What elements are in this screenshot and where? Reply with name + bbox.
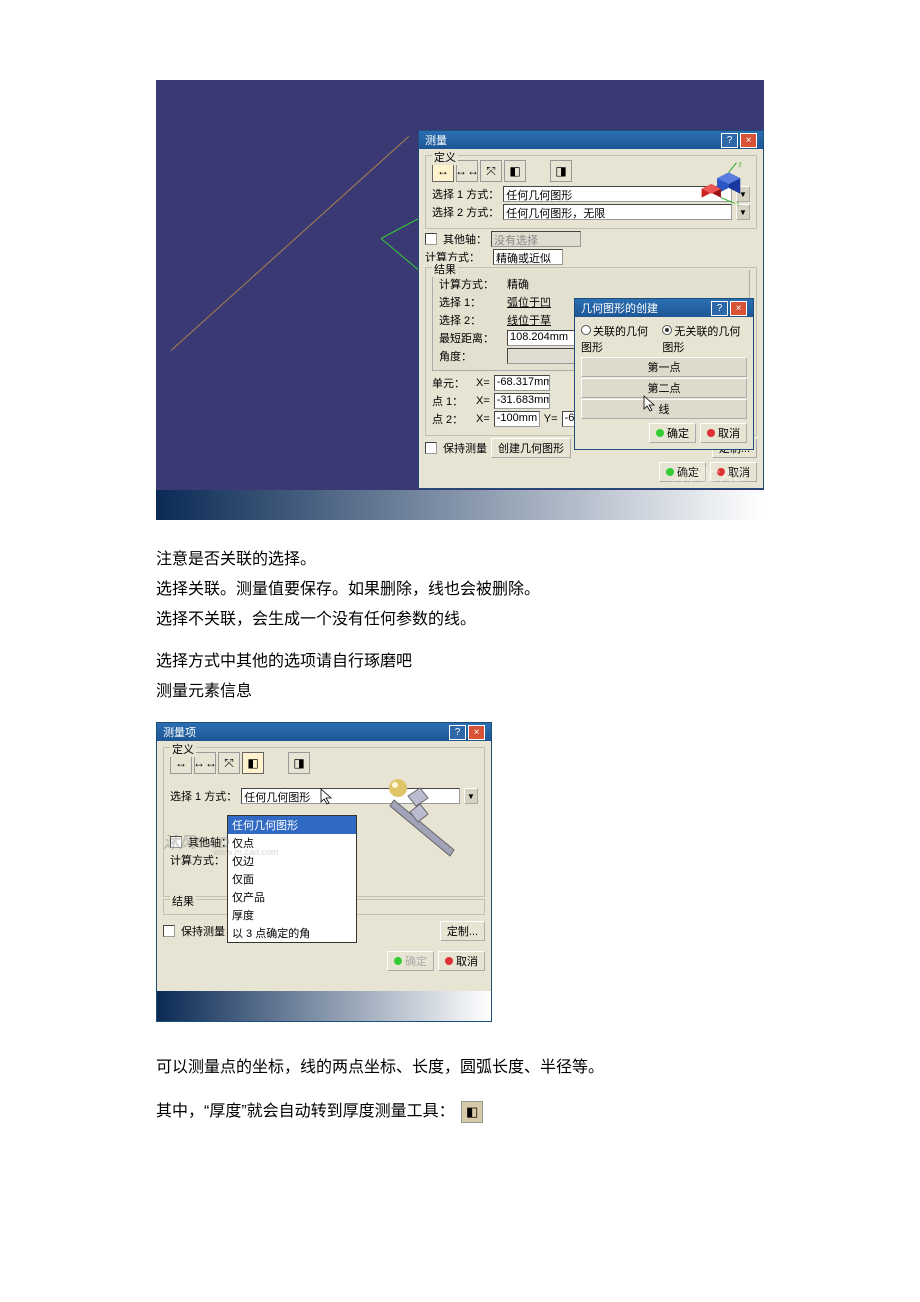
results-label: 结果 [170,893,196,909]
point2-x: -100mm [494,411,540,427]
r-sel1-label: 选择 1： [439,294,503,310]
help-button[interactable]: ? [711,301,728,316]
results-label: 结果 [432,261,458,277]
second-point-button[interactable]: 第二点 [581,378,747,398]
r-calc-value: 精确 [507,276,529,292]
point1-label: 点 1： [432,393,472,409]
measure-thickness-icon[interactable]: ◨ [288,752,310,774]
measure-chain-icon[interactable]: ↔↔ [194,752,216,774]
measure-thickness-icon[interactable]: ◨ [550,160,572,182]
thickness-tool-icon: ◧ [461,1101,483,1123]
assoc-radio[interactable]: 关联的几何图形 [581,323,656,355]
dialog-title: 几何图形的创建 [581,300,658,316]
body-text: 注意是否关联的选择。 [156,548,764,572]
iso-axes-icon: 2 1 [690,160,748,210]
selection-mode-dropdown[interactable]: 任何几何图形 仅点 仅边 仅面 仅产品 厚度 以 3 点确定的角 [227,815,357,943]
body-text: 选择方式中其他的选项请自行琢磨吧 [156,650,764,674]
close-button[interactable]: × [740,133,757,148]
measure-item-icon[interactable]: ◧ [504,160,526,182]
min-dist-label: 最短距离： [439,330,503,346]
dropdown-option[interactable]: 仅产品 [228,888,356,906]
screenshot-measure-dialog: 108.204mm 测量 ? × 定义 ↔ ↔↔ ⤧ [156,80,764,520]
dropdown-arrow-icon[interactable]: ▼ [464,788,478,804]
screenshot-measure-item-dialog: 测量项 ? × 定义 ↔ ↔↔ ⤧ ◧ ◨ [156,722,492,1022]
ok-button: 确定 [387,951,434,971]
selection2-label: 选择 2 方式： [432,204,499,220]
point1-x: -31.683mm [494,393,550,409]
dropdown-option[interactable]: 任何几何图形 [228,816,356,834]
customize-button[interactable]: 定制... [440,921,485,941]
r-sel2-label: 选择 2： [439,312,503,328]
close-button[interactable]: × [730,301,747,316]
keep-measure-label: 保持测量 [181,923,225,939]
body-text: 测量元素信息 [156,680,764,704]
body-text: 其中，“厚度”就会自动转到厚度测量工具： ◧ [156,1100,764,1124]
definition-label: 定义 [170,741,196,757]
point2-label: 点 2： [432,411,472,427]
nonassoc-radio[interactable]: 无关联的几何图形 [662,323,747,355]
close-button[interactable]: × [468,725,485,740]
r-sel2-value: 线位于草 [507,312,551,328]
cursor-icon [320,788,334,806]
cursor-icon [643,395,657,413]
cancel-button[interactable]: 取消 [700,423,747,443]
measure-item-dialog: 测量项 ? × 定义 ↔ ↔↔ ⤧ ◧ ◨ [156,722,492,1022]
help-button[interactable]: ? [449,725,466,740]
angle-label: 角度： [439,348,503,364]
watermark: 沐风CAD [671,462,746,488]
svg-text:1: 1 [736,201,739,207]
first-point-button[interactable]: 第一点 [581,357,747,377]
help-button[interactable]: ? [721,133,738,148]
r-sel1-value: 弧位于凹 [507,294,551,310]
dialog-title: 测量 [425,132,447,148]
dropdown-option[interactable]: 以 3 点确定的角 [228,924,356,942]
dropdown-option[interactable]: 厚度 [228,906,356,924]
decoration-strip [156,490,764,520]
dropdown-option[interactable]: 仅面 [228,870,356,888]
r-calc-label: 计算方式： [439,276,503,292]
body-text: 选择不关联，会生成一个没有任何参数的线。 [156,608,764,632]
calc-mode-value[interactable]: 精确或近似 [493,249,563,265]
selection1-label: 选择 1 方式： [432,186,499,202]
measure-item-icon[interactable]: ◧ [242,752,264,774]
keep-measure-checkbox[interactable] [163,925,175,937]
keep-measure-checkbox[interactable] [425,442,437,454]
definition-label: 定义 [432,149,458,165]
svg-text:2: 2 [738,163,741,169]
create-geometry-dialog: 几何图形的创建 ? × 关联的几何图形 无关联的几何图形 第一点 第二点 线 确… [574,298,754,450]
ok-button[interactable]: 确定 [649,423,696,443]
other-axis-label: 其他轴： [443,231,487,247]
body-text: 可以测量点的坐标，线的两点坐标、长度，圆弧长度、半径等。 [156,1056,764,1080]
sketch-line [171,136,409,351]
unit-label: 单元： [432,375,472,391]
unit-x: -68.317mm [494,375,550,391]
decoration-strip [157,991,491,1021]
watermark-url: www.m.cad.com [213,847,279,857]
dialog-titlebar[interactable]: 测量 ? × [419,131,763,149]
keep-measure-label: 保持测量 [443,440,487,456]
create-geometry-button[interactable]: 创建几何图形 [491,438,571,458]
caliper-icon [384,778,464,868]
dialog-title: 测量项 [163,724,196,740]
other-axis-checkbox[interactable] [425,233,437,245]
line-button[interactable]: 线 [581,399,747,419]
selection1-label: 选择 1 方式： [170,788,237,804]
dialog-titlebar[interactable]: 测量项 ? × [157,723,491,741]
body-text: 选择关联。测量值要保存。如果删除，线也会被删除。 [156,578,764,602]
measure-fan-icon[interactable]: ⤧ [480,160,502,182]
dialog-titlebar[interactable]: 几何图形的创建 ? × [575,299,753,317]
measure-chain-icon[interactable]: ↔↔ [456,160,478,182]
cancel-button[interactable]: 取消 [438,951,485,971]
other-axis-value: 没有选择 [491,231,581,247]
measure-fan-icon[interactable]: ⤧ [218,752,240,774]
